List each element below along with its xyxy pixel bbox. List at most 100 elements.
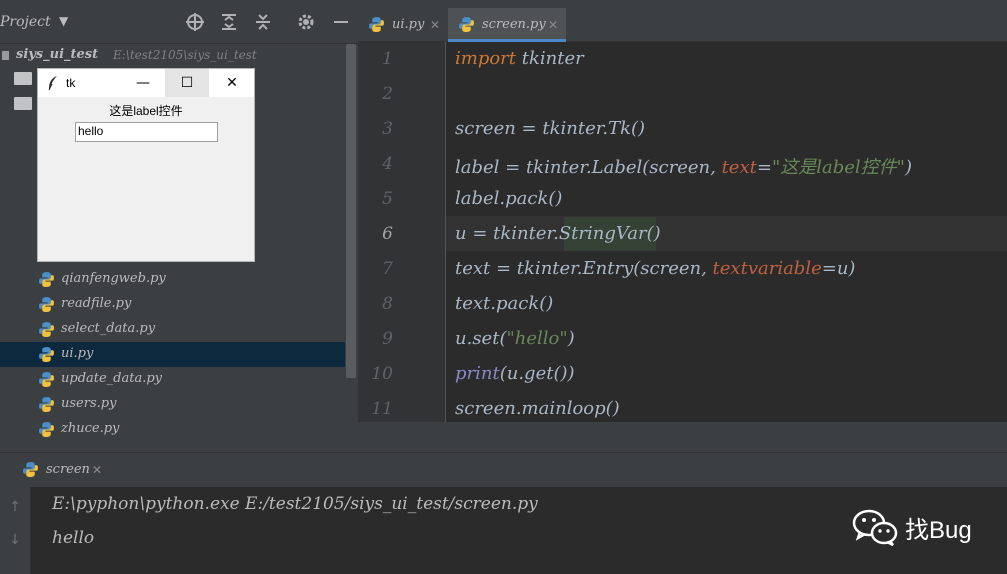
tk-titlebar[interactable]: tk — ☐ ✕ <box>38 69 254 97</box>
line-number: 11 <box>371 399 393 419</box>
string-literal: "hello" <box>506 328 568 349</box>
close-icon[interactable]: ✕ <box>92 463 102 477</box>
line-number-gutter: 1 2 3 4 5 6 7 8 9 10 11 <box>358 42 445 422</box>
line-number: 4 <box>382 154 393 174</box>
arrow-down-icon[interactable]: ↓ <box>7 532 23 548</box>
code-line-8: text.pack() <box>455 293 554 314</box>
tab-label: screen.py <box>482 17 546 32</box>
tab-label: ui.py <box>392 17 425 32</box>
code-text: = <box>756 157 772 178</box>
line-number: 9 <box>382 329 393 349</box>
builtin-name: print <box>455 363 500 384</box>
line-number: 10 <box>371 364 393 384</box>
python-file-icon <box>39 297 54 312</box>
code-text: =u) <box>821 258 856 279</box>
python-file-icon <box>39 347 54 362</box>
tree-root[interactable]: siys_ui_test E:\test2105\siys_ui_test <box>0 46 345 66</box>
code-line-5: label.pack() <box>455 188 563 209</box>
console-line: hello <box>52 528 95 548</box>
code-area[interactable]: import tkinter screen = tkinter.Tk() lab… <box>446 42 1007 422</box>
code-line-6: u = tkinter.StringVar() <box>455 223 661 244</box>
file-label: qianfengweb.py <box>61 271 166 286</box>
file-item-update-data[interactable]: update_data.py <box>0 367 345 392</box>
line-number: 8 <box>382 294 393 314</box>
arrow-up-icon[interactable]: ↑ <box>7 499 23 515</box>
run-tab-screen[interactable]: screen ✕ <box>0 453 105 487</box>
code-line-4: label = tkinter.Label(screen, text="这是la… <box>455 153 912 179</box>
code-text: label = tkinter.Label(screen, <box>455 157 722 178</box>
window-close-button[interactable]: ✕ <box>210 69 254 97</box>
line-number-current: 6 <box>382 224 393 244</box>
editor-bottom-strip <box>358 422 1007 452</box>
project-toolbar: Project ▼ <box>0 0 358 44</box>
editor-tab-bar: ui.py ✕ screen.py ✕ <box>358 0 1007 42</box>
expand-all-icon[interactable] <box>219 12 239 32</box>
gear-icon[interactable] <box>296 12 316 32</box>
crosshair-icon[interactable] <box>185 12 205 32</box>
editor: ui.py ✕ screen.py ✕ 1 2 3 4 5 6 7 8 9 10… <box>358 0 1007 452</box>
file-label: readfile.py <box>61 296 132 311</box>
run-tab-bar: screen ✕ <box>0 453 1007 487</box>
code-text: (u.get()) <box>499 363 575 384</box>
tab-screen-py[interactable]: screen.py ✕ <box>448 8 566 42</box>
code-text: text = tkinter.Entry(screen, <box>455 258 713 279</box>
close-icon[interactable]: ✕ <box>548 18 558 32</box>
code-line-1: import tkinter <box>455 48 584 69</box>
code-line-9: u.set("hello") <box>455 328 575 349</box>
line-number: 2 <box>382 84 393 104</box>
folder-icon[interactable] <box>14 72 32 85</box>
file-item-qianfengweb[interactable]: qianfengweb.py <box>0 267 345 292</box>
line-number: 3 <box>382 119 393 139</box>
python-file-icon <box>39 372 54 387</box>
feather-icon <box>47 75 59 95</box>
tk-window-title: tk <box>66 76 76 90</box>
tab-ui-py[interactable]: ui.py ✕ <box>358 8 446 42</box>
file-label: zhuce.py <box>61 421 120 436</box>
window-maximize-button[interactable]: ☐ <box>165 69 209 97</box>
code-line-11: screen.mainloop() <box>455 398 620 419</box>
run-tab-label: screen <box>46 462 90 477</box>
collapse-all-icon[interactable] <box>253 12 273 32</box>
code-text: u.set( <box>455 328 507 349</box>
chevron-down-icon[interactable]: ▼ <box>59 14 68 28</box>
code-line-10: print(u.get()) <box>455 363 575 384</box>
tk-label: 这是label控件 <box>109 104 183 118</box>
line-number: 7 <box>382 259 393 279</box>
file-label: ui.py <box>61 346 94 361</box>
console-line: E:\pyphon\python.exe E:/test2105/siys_ui… <box>52 494 538 514</box>
project-title[interactable]: Project <box>0 14 51 30</box>
root-path: E:\test2105\siys_ui_test <box>113 48 257 62</box>
line-number: 5 <box>382 189 393 209</box>
python-file-icon <box>39 422 54 437</box>
tk-entry[interactable]: hello <box>75 122 218 142</box>
code-text: ) <box>904 157 912 178</box>
file-item-zhuce[interactable]: zhuce.py <box>0 417 345 442</box>
window-minimize-button[interactable]: — <box>121 69 165 97</box>
file-item-users[interactable]: users.py <box>0 392 345 417</box>
root-name: siys_ui_test <box>16 47 99 62</box>
param-name: textvariable <box>712 258 822 279</box>
close-icon[interactable]: ✕ <box>430 18 440 32</box>
python-file-icon <box>23 462 38 477</box>
file-item-readfile[interactable]: readfile.py <box>0 292 345 317</box>
watermark-text: 找Bug <box>905 517 972 544</box>
project-scrollbar[interactable] <box>346 44 356 378</box>
python-file-icon <box>459 17 474 32</box>
python-file-icon <box>39 397 54 412</box>
tk-window: tk — ☐ ✕ 这是label控件 hello <box>37 68 255 262</box>
line-number: 1 <box>382 49 393 69</box>
file-item-ui[interactable]: ui.py <box>0 342 345 367</box>
file-label: update_data.py <box>61 371 163 386</box>
string-literal: "这是label控件" <box>771 157 905 178</box>
code-line-7: text = tkinter.Entry(screen, textvariabl… <box>455 258 855 279</box>
python-file-icon <box>39 272 54 287</box>
file-label: select_data.py <box>61 321 156 336</box>
file-item-select-data[interactable]: select_data.py <box>0 317 345 342</box>
code-text: tkinter <box>516 48 584 69</box>
wechat-icon <box>852 509 898 547</box>
minimize-icon[interactable] <box>331 12 351 32</box>
file-label: users.py <box>61 396 117 411</box>
folder-icon[interactable] <box>14 97 32 110</box>
module-icon <box>2 51 9 60</box>
run-side-toolbar: ↑ ↓ <box>0 487 31 574</box>
